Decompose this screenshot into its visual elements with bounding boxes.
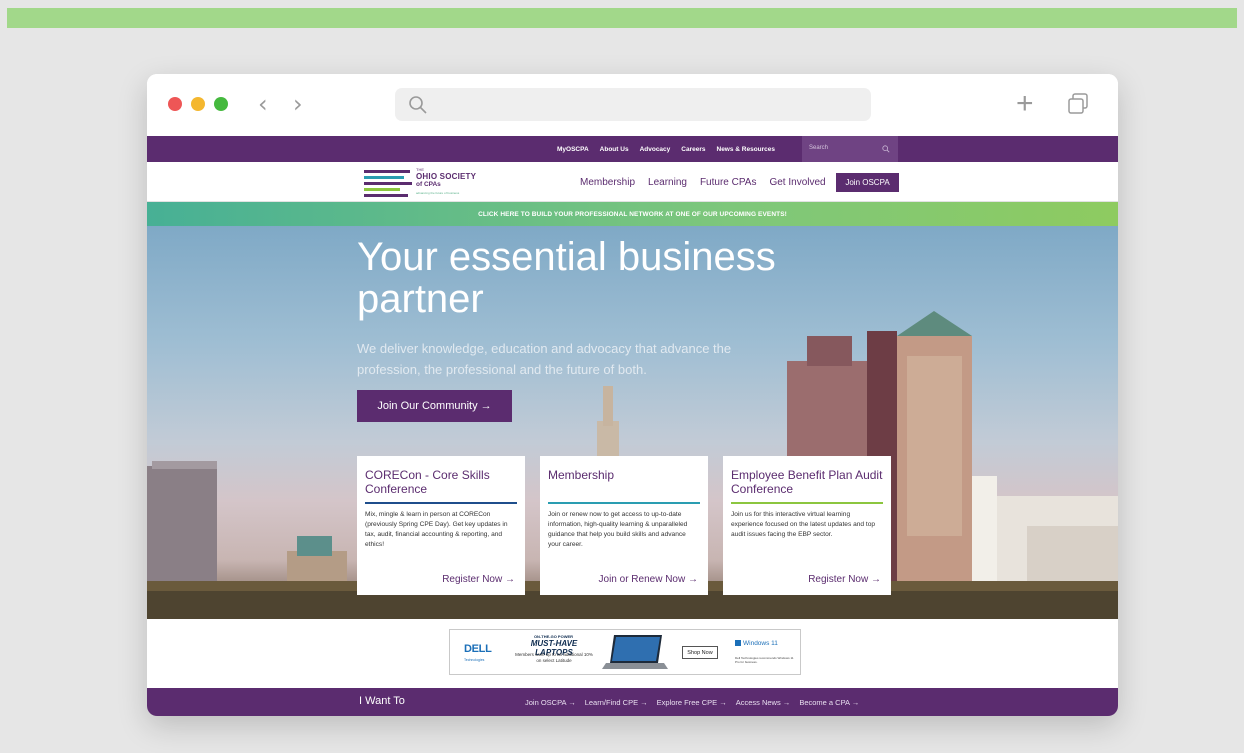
main-nav: THE OHIO SOCIETY of CPAs advancing the f… (147, 162, 1118, 202)
plus-icon[interactable]: + (1016, 86, 1034, 122)
logo-stripe (364, 182, 412, 185)
laptop-image (602, 635, 668, 669)
card-title: Employee Benefit Plan Audit Conference (731, 468, 883, 496)
search-icon (409, 96, 427, 114)
browser-toolbar: ‹ › + (147, 74, 1118, 136)
ad-offer: Members save up to an additional 10% on … (515, 652, 593, 663)
nav-link-careers[interactable]: Careers (681, 146, 705, 153)
nav-link-learning[interactable]: Learning (648, 177, 687, 188)
tabs-icon[interactable] (1067, 93, 1089, 115)
card-title: Membership (548, 468, 615, 482)
footer-link-learn-find-cpe[interactable]: Learn/Find CPE → (585, 698, 648, 707)
search-icon[interactable] (882, 145, 890, 153)
nav-link-news-resources[interactable]: News & Resources (717, 146, 776, 153)
nav-link-about-us[interactable]: About Us (600, 146, 629, 153)
dell-logo: DELL (464, 643, 492, 655)
ad-section: DELL Technologies ON-THE-GO POWER MUST-H… (147, 619, 1118, 688)
utility-nav: MyOSCPA About Us Advocacy Careers News &… (147, 136, 1118, 162)
footer-link-access-news[interactable]: Access News → (736, 698, 791, 707)
join-community-button[interactable]: Join Our Community → (357, 390, 512, 422)
footer-link-explore-free-cpe[interactable]: Explore Free CPE → (657, 698, 727, 707)
nav-link-advocacy[interactable]: Advocacy (640, 146, 671, 153)
logo-stripe (364, 176, 404, 179)
browser-window: ‹ › + MyOSCPA About Us Advocacy Careers … (147, 74, 1118, 716)
search-placeholder: Search (809, 145, 829, 151)
logo-text-society: OHIO SOCIETY (416, 172, 477, 181)
nav-link-membership[interactable]: Membership (580, 177, 635, 188)
dell-advertisement[interactable]: DELL Technologies ON-THE-GO POWER MUST-H… (449, 629, 801, 675)
windows-icon (735, 640, 741, 646)
nav-link-myoscpa[interactable]: MyOSCPA (557, 146, 589, 153)
chevron-right-icon[interactable]: › (293, 89, 303, 119)
logo-tagline: advancing the future of business (416, 191, 460, 195)
address-bar[interactable] (395, 88, 871, 121)
oscpa-logo[interactable]: THE OHIO SOCIETY of CPAs advancing the f… (364, 166, 476, 198)
windows-label: Windows 11 (743, 640, 778, 647)
join-oscpa-button[interactable]: Join OSCPA (836, 173, 899, 192)
nav-link-future-cpas[interactable]: Future CPAs (700, 177, 757, 188)
windows-disclaimer: Dell Technologies recommends Windows 11 … (735, 656, 794, 664)
hero-subtitle: We deliver knowledge, education and advo… (357, 341, 732, 377)
chevron-left-icon[interactable]: ‹ (258, 89, 268, 119)
card-corecon[interactable]: COREСon - Core Skills Conference Mix, mi… (357, 456, 525, 595)
events-banner-text: CLICK HERE TO BUILD YOUR PROFESSIONAL NE… (478, 210, 787, 218)
card-divider (548, 502, 700, 504)
logo-stripe (364, 188, 400, 191)
register-now-link[interactable]: Register Now → (808, 574, 881, 585)
card-ebp-conference[interactable]: Employee Benefit Plan Audit Conference J… (723, 456, 891, 595)
card-divider (365, 502, 517, 504)
i-want-to-bar: I Want To Join OSCPA → Learn/Find CPE → … (147, 688, 1118, 716)
card-body: Join or renew now to get access to up-to… (548, 511, 688, 548)
logo-stripe (364, 194, 408, 197)
shop-now-button[interactable]: Shop Now (682, 646, 718, 659)
i-want-to-heading: I Want To (359, 695, 405, 707)
maximize-window-button[interactable] (214, 97, 228, 111)
events-banner[interactable]: CLICK HERE TO BUILD YOUR PROFESSIONAL NE… (147, 202, 1118, 226)
footer-link-join-oscpa[interactable]: Join OSCPA → (525, 698, 576, 707)
site-search-input[interactable]: Search (802, 136, 898, 162)
card-title: COREСon - Core Skills Conference (365, 468, 490, 496)
hero-title: Your essential business partner (357, 235, 776, 321)
logo-text-cpas: of CPAs (416, 181, 441, 188)
dell-logo-sub: Technologies (464, 658, 485, 662)
footer-link-become-a-cpa[interactable]: Become a CPA → (799, 698, 859, 707)
nav-link-get-involved[interactable]: Get Involved (769, 177, 825, 188)
minimize-window-button[interactable] (191, 97, 205, 111)
hero-section: Your essential business partner We deliv… (147, 226, 1118, 619)
card-divider (731, 502, 883, 504)
top-accent-strip (7, 8, 1237, 28)
windows-11-logo: Windows 11 (735, 640, 778, 647)
card-membership[interactable]: Membership Join or renew now to get acce… (540, 456, 708, 595)
register-now-link[interactable]: Register Now → (442, 574, 515, 585)
join-or-renew-link[interactable]: Join or Renew Now → (599, 574, 698, 585)
close-window-button[interactable] (168, 97, 182, 111)
card-body: Mix, mingle & learn in person at CORECon… (365, 511, 508, 548)
logo-stripe (364, 170, 410, 173)
card-body: Join us for this interactive virtual lea… (731, 511, 876, 538)
